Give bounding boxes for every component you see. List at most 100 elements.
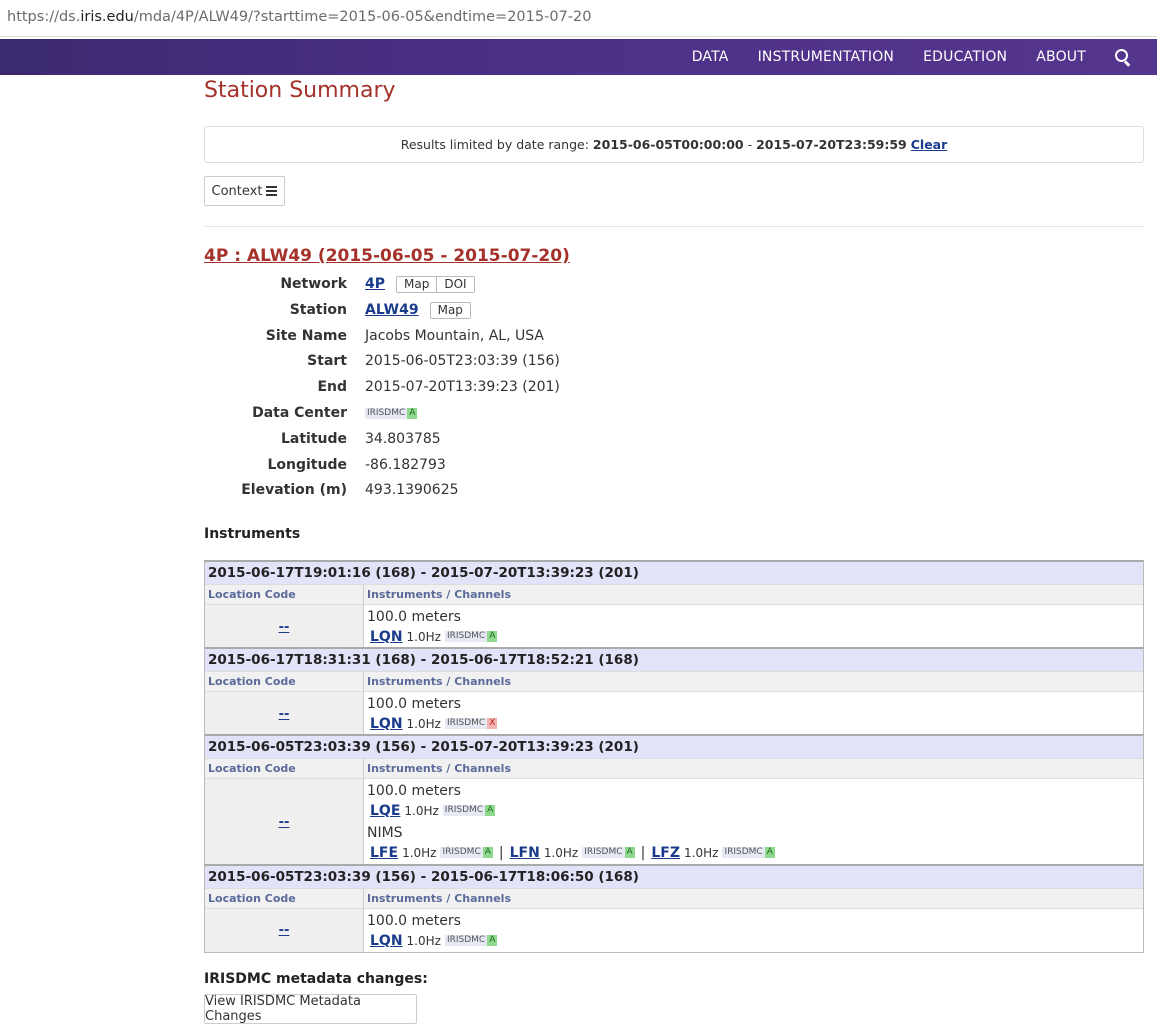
elevation-label: Elevation (m) xyxy=(241,482,347,498)
divider xyxy=(204,226,1144,227)
range-separator: - xyxy=(747,137,753,152)
channel-link[interactable]: LQN xyxy=(370,629,403,645)
epoch-column-headers: Location Code Instruments / Channels xyxy=(205,758,1143,778)
epoch-table: 2015-06-17T18:31:31 (168) - 2015-06-17T1… xyxy=(204,647,1144,737)
url-text[interactable]: https://ds.iris.edu/mda/4P/ALW49/?startt… xyxy=(7,9,591,25)
url-domain: iris.edu xyxy=(80,9,134,25)
elevation-value: 493.1390625 xyxy=(365,482,459,498)
nav-menu: DATA INSTRUMENTATION EDUCATION ABOUT xyxy=(692,39,1157,75)
epoch-table: 2015-06-17T19:01:16 (168) - 2015-07-20T1… xyxy=(204,560,1144,650)
epoch-table: 2015-06-05T23:03:39 (156) - 2015-06-17T1… xyxy=(204,864,1144,953)
site-value: Jacobs Mountain, AL, USA xyxy=(365,328,544,344)
sample-rate: 1.0Hz xyxy=(404,803,439,818)
network-link[interactable]: 4P xyxy=(365,276,385,292)
page-title: Station Summary xyxy=(204,78,396,103)
elevation-row: Elevation (m) 493.1390625 xyxy=(204,478,904,502)
location-code-link[interactable]: -- xyxy=(279,620,290,635)
data-center-badge: IRISDMC A xyxy=(365,407,418,419)
view-metadata-changes-button[interactable]: View IRISDMC Metadata Changes xyxy=(204,994,417,1024)
channels-header: Instruments / Channels xyxy=(367,762,511,775)
nav-item-education[interactable]: EDUCATION xyxy=(923,49,1007,65)
epoch-column-headers: Location Code Instruments / Channels xyxy=(205,584,1143,604)
notice-text: Results limited by date range: xyxy=(400,137,589,152)
instruments-heading: Instruments xyxy=(204,526,301,542)
sample-rate: 1.0Hz xyxy=(406,933,441,948)
channel-link[interactable]: LFZ xyxy=(651,845,680,861)
epoch-range: 2015-06-05T23:03:39 (156) - 2015-06-17T1… xyxy=(205,866,1143,888)
epoch-row: -- 100.0 meters LQE 1.0Hz IRISDMC A NIMS … xyxy=(205,778,1143,865)
channel-dc-name: IRISDMC xyxy=(444,718,488,729)
end-value: 2015-07-20T13:39:23 (201) xyxy=(365,379,560,395)
start-row: Start 2015-06-05T23:03:39 (156) xyxy=(204,349,904,373)
context-button[interactable]: Context xyxy=(204,176,285,206)
nav-item-data[interactable]: DATA xyxy=(692,49,729,65)
channels-header: Instruments / Channels xyxy=(367,675,511,688)
location-code-header: Location Code xyxy=(205,672,364,691)
network-map-button[interactable]: Map xyxy=(397,277,436,292)
channel-dc-status: A xyxy=(482,847,493,858)
channel-dc-badge: IRISDMC A xyxy=(442,805,496,816)
location-code-header: Location Code xyxy=(205,889,364,908)
channel-dc-badge: IRISDMC A xyxy=(440,847,493,858)
location-code-link[interactable]: -- xyxy=(279,707,290,722)
epoch-column-headers: Location Code Instruments / Channels xyxy=(205,888,1143,908)
channel-link[interactable]: LFE xyxy=(370,845,398,861)
nav-item-about[interactable]: ABOUT xyxy=(1036,49,1086,65)
sample-rate: 1.0Hz xyxy=(684,845,719,860)
url-path: /mda/4P/ALW49/?starttime=2015-06-05&endt… xyxy=(133,9,592,25)
context-label: Context xyxy=(211,183,263,199)
channel-link[interactable]: LFN xyxy=(510,845,540,861)
channel-link[interactable]: LQE xyxy=(370,803,400,819)
top-navigation: DATA INSTRUMENTATION EDUCATION ABOUT xyxy=(0,39,1157,75)
channel-dc-status: A xyxy=(487,935,498,946)
latitude-label: Latitude xyxy=(280,431,347,447)
instrument-name: 100.0 meters xyxy=(367,913,461,929)
latitude-value: 34.803785 xyxy=(365,431,441,447)
nav-item-instrumentation[interactable]: INSTRUMENTATION xyxy=(758,49,895,65)
location-code-link[interactable]: -- xyxy=(279,923,290,938)
location-code-link[interactable]: -- xyxy=(279,815,290,830)
channel-row: LQN 1.0Hz IRISDMC X xyxy=(367,714,1140,733)
search-icon[interactable] xyxy=(1115,48,1132,66)
clear-link[interactable]: Clear xyxy=(911,137,948,152)
station-title-link[interactable]: 4P : ALW49 (2015-06-05 - 2015-07-20) xyxy=(204,246,570,266)
epoch-row: -- 100.0 meters LQN 1.0Hz IRISDMC A xyxy=(205,908,1143,952)
channel-dc-name: IRISDMC xyxy=(582,847,625,858)
channel-dc-name: IRISDMC xyxy=(442,805,486,816)
data-center-name: IRISDMC xyxy=(365,407,408,419)
epoch-column-headers: Location Code Instruments / Channels xyxy=(205,671,1143,691)
channels-header: Instruments / Channels xyxy=(367,892,511,905)
station-link[interactable]: ALW49 xyxy=(365,302,419,318)
browser-url-bar[interactable]: https://ds.iris.edu/mda/4P/ALW49/?startt… xyxy=(0,0,1157,37)
network-doi-button[interactable]: DOI xyxy=(436,276,473,292)
metadata-changes-heading: IRISDMC metadata changes: xyxy=(204,971,428,987)
data-center-status: A xyxy=(407,407,418,419)
channel-dc-badge: IRISDMC A xyxy=(444,631,498,642)
channel-dc-badge: IRISDMC A xyxy=(722,847,775,858)
site-label: Site Name xyxy=(265,328,347,344)
epoch-range: 2015-06-17T19:01:16 (168) - 2015-07-20T1… xyxy=(205,562,1143,584)
end-row: End 2015-07-20T13:39:23 (201) xyxy=(204,375,904,399)
instrument-name: 100.0 meters xyxy=(367,783,461,799)
station-label: Station xyxy=(289,302,347,318)
epoch-table: 2015-06-05T23:03:39 (156) - 2015-07-20T1… xyxy=(204,734,1144,866)
channel-link[interactable]: LQN xyxy=(370,933,403,949)
site-row: Site Name Jacobs Mountain, AL, USA xyxy=(204,324,904,348)
url-prefix: https://ds. xyxy=(7,9,81,25)
channel-dc-status: A xyxy=(764,847,775,858)
channel-link[interactable]: LQN xyxy=(370,716,403,732)
channel-dc-badge: IRISDMC A xyxy=(444,935,498,946)
channels-header: Instruments / Channels xyxy=(367,588,511,601)
longitude-label: Longitude xyxy=(267,457,347,473)
data-center-row: Data Center IRISDMC A xyxy=(204,401,904,425)
station-row: Station ALW49 Map xyxy=(204,298,904,322)
latitude-row: Latitude 34.803785 xyxy=(204,427,904,451)
start-label: Start xyxy=(307,353,347,369)
channel-row: LFE 1.0Hz IRISDMC A | LFN 1.0Hz IRISDMC A … xyxy=(367,843,1140,862)
date-range-notice: Results limited by date range: 2015-06-0… xyxy=(204,126,1144,163)
channel-separator: | xyxy=(640,844,646,861)
station-map-button[interactable]: Map xyxy=(431,303,470,318)
end-label: End xyxy=(317,379,347,395)
sample-rate: 1.0Hz xyxy=(543,845,579,860)
list-icon xyxy=(266,186,278,196)
